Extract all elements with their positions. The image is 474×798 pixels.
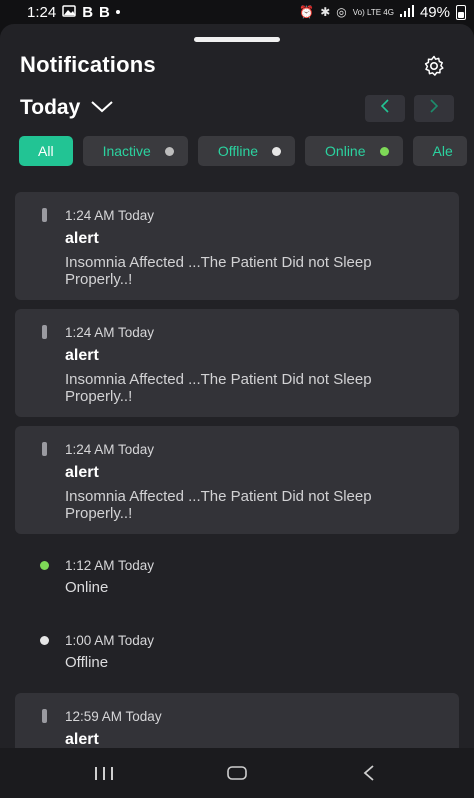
alert-marker-icon <box>42 325 47 339</box>
day-label: Today <box>20 96 81 119</box>
settings-button[interactable] <box>420 54 448 82</box>
notification-card[interactable]: 1:24 AM Today alert Insomnia Affected ..… <box>15 309 459 417</box>
notification-message: Insomnia Affected ...The Patient Did not… <box>65 488 372 522</box>
network-text: Vo) LTE 4G <box>352 7 394 17</box>
app-letter-1: B <box>82 3 94 21</box>
alert-marker-icon <box>42 208 47 222</box>
notification-time: 1:00 AM Today <box>65 633 155 648</box>
status-notification-offline[interactable]: 1:00 AM Today Offline <box>0 627 474 687</box>
notification-time: 1:24 AM Today <box>65 325 155 340</box>
next-day-button[interactable] <box>414 95 454 122</box>
chip-label: All <box>38 143 54 159</box>
notification-card[interactable]: 1:24 AM Today alert Insomnia Affected ..… <box>15 192 459 300</box>
notifications-sheet: Notifications Today All Inactive Offline… <box>0 24 474 798</box>
notification-time: 1:24 AM Today <box>65 442 155 457</box>
notification-title: alert <box>65 731 99 748</box>
recent-apps-button[interactable] <box>93 765 115 781</box>
page-title: Notifications <box>20 52 156 77</box>
back-icon <box>362 765 376 786</box>
recent-apps-icon <box>93 767 115 785</box>
battery-percent: 49% <box>419 3 450 21</box>
notification-time: 1:12 AM Today <box>65 558 155 573</box>
chevron-down-icon <box>90 96 114 120</box>
previous-day-button[interactable] <box>365 95 405 122</box>
chevron-right-icon <box>429 98 439 119</box>
gear-icon <box>422 54 446 83</box>
notification-title: alert <box>65 347 99 364</box>
drag-handle[interactable] <box>194 37 280 42</box>
offline-dot-icon <box>40 636 49 645</box>
alert-marker-icon <box>42 709 47 723</box>
back-button[interactable] <box>362 764 376 782</box>
alert-marker-icon <box>42 442 47 456</box>
image-icon <box>62 4 76 21</box>
notification-message: Insomnia Affected ...The Patient Did not… <box>65 371 372 405</box>
filter-chip-inactive[interactable]: Inactive <box>82 136 188 166</box>
chip-label: Inactive <box>102 143 151 159</box>
home-icon <box>226 766 248 785</box>
status-time: 1:24 <box>27 3 57 21</box>
hotspot-icon: ◎ <box>336 5 347 19</box>
notification-status-text: Offline <box>65 654 109 671</box>
day-selector[interactable]: Today <box>20 96 114 120</box>
filter-chip-all[interactable]: All <box>19 136 73 166</box>
home-button[interactable] <box>226 765 248 781</box>
notification-status-text: Online <box>65 579 109 596</box>
online-dot-icon <box>379 146 389 156</box>
online-dot-icon <box>40 561 49 570</box>
notification-time: 12:59 AM Today <box>65 709 162 724</box>
chip-label: Offline <box>217 143 259 159</box>
filter-chip-alert[interactable]: Ale <box>412 136 467 166</box>
status-right: ⏰ ✱ ◎ Vo) LTE 4G 49% <box>299 4 466 21</box>
chip-label: Ale <box>432 143 453 159</box>
inactive-dot-icon <box>164 146 174 156</box>
notification-title: alert <box>65 464 99 481</box>
system-nav-bar <box>0 748 474 798</box>
bluetooth-icon: ✱ <box>320 5 331 19</box>
app-letter-2: B <box>99 3 110 21</box>
signal-icon <box>399 4 414 21</box>
alarm-icon: ⏰ <box>299 5 315 19</box>
chip-label: Online <box>325 143 366 159</box>
status-bar: 1:24 B B ⏰ ✱ ◎ Vo) LTE 4G 49% <box>0 0 474 24</box>
notification-time: 1:24 AM Today <box>65 208 155 223</box>
filter-chips: All Inactive Offline Online Ale <box>19 136 467 166</box>
status-left: 1:24 B B <box>27 4 120 21</box>
filter-chip-online[interactable]: Online <box>305 136 403 166</box>
notification-title: alert <box>65 230 99 247</box>
notification-card[interactable]: 1:24 AM Today alert Insomnia Affected ..… <box>15 426 459 534</box>
offline-dot-icon <box>272 146 282 156</box>
chevron-left-icon <box>380 98 390 119</box>
notification-message: Insomnia Affected ...The Patient Did not… <box>65 254 372 288</box>
notification-dot-icon <box>115 10 120 14</box>
filter-chip-offline[interactable]: Offline <box>197 136 296 166</box>
battery-icon <box>456 4 466 20</box>
status-notification-online[interactable]: 1:12 AM Today Online <box>0 552 474 612</box>
